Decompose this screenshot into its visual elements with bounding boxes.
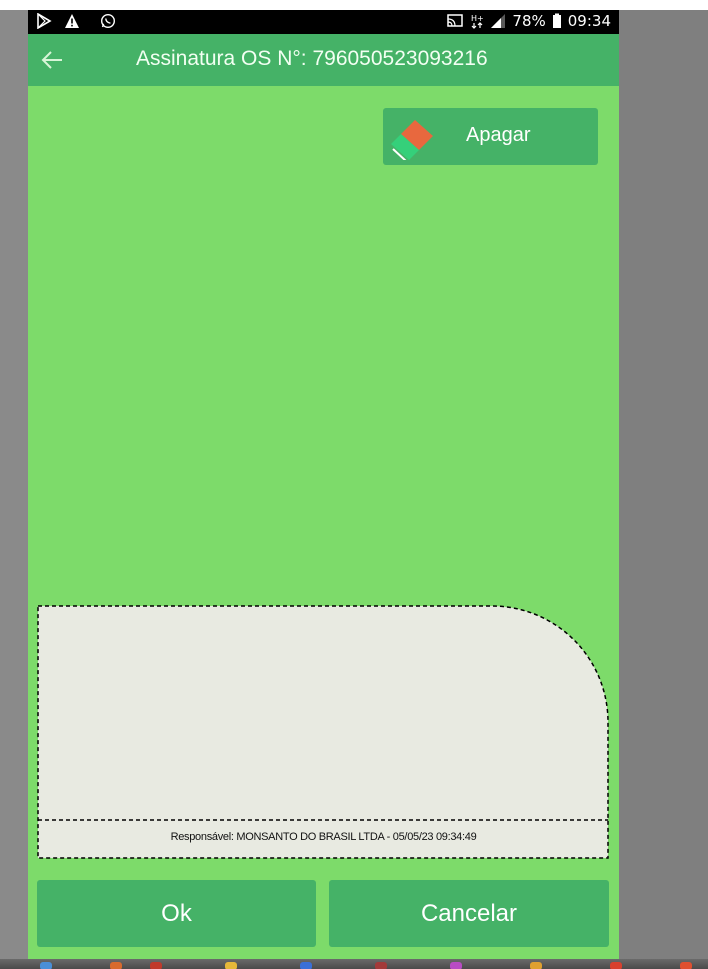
cast-icon <box>446 13 464 29</box>
emulator-right-margin <box>619 10 708 962</box>
desktop-taskbar <box>0 959 708 969</box>
erase-button[interactable]: Apagar <box>383 108 598 165</box>
taskbar-app-icon <box>150 962 162 969</box>
taskbar-app-icon <box>40 962 52 969</box>
window-top-strip <box>0 0 708 10</box>
battery-icon <box>552 13 562 29</box>
eraser-icon <box>389 116 437 162</box>
taskbar-app-icon <box>110 962 122 969</box>
warning-icon <box>64 13 80 29</box>
battery-percent: 78% <box>512 12 546 30</box>
taskbar-app-icon <box>225 962 237 969</box>
phone-screen: H+ 78% 09:34 Assinatura OS N°: 796050523… <box>28 10 619 960</box>
ok-button[interactable]: Ok <box>37 880 316 947</box>
whatsapp-icon <box>100 13 116 29</box>
responsible-label: Responsável: MONSANTO DO BRASIL LTDA - 0… <box>170 831 477 843</box>
emulator-left-margin <box>0 10 28 962</box>
svg-text:H+: H+ <box>471 14 484 23</box>
page-title: Assinatura OS N°: 796050523093216 <box>136 47 488 70</box>
arrow-left-icon[interactable] <box>38 46 66 74</box>
app-bar: Assinatura OS N°: 796050523093216 <box>28 34 619 86</box>
signal-icon <box>490 13 506 29</box>
taskbar-app-icon <box>450 962 462 969</box>
network-h-plus-icon: H+ <box>470 13 484 29</box>
erase-button-label: Apagar <box>466 124 531 146</box>
play-store-icon <box>36 12 52 30</box>
status-bar: H+ 78% 09:34 <box>28 10 619 34</box>
taskbar-app-icon <box>530 962 542 969</box>
taskbar-app-icon <box>300 962 312 969</box>
clock: 09:34 <box>567 12 611 30</box>
taskbar-app-icon <box>375 962 387 969</box>
taskbar-app-icon <box>610 962 622 969</box>
taskbar-app-icon <box>680 962 692 969</box>
cancel-button[interactable]: Cancelar <box>329 880 609 947</box>
signature-pad[interactable]: Responsável: MONSANTO DO BRASIL LTDA - 0… <box>37 605 610 859</box>
